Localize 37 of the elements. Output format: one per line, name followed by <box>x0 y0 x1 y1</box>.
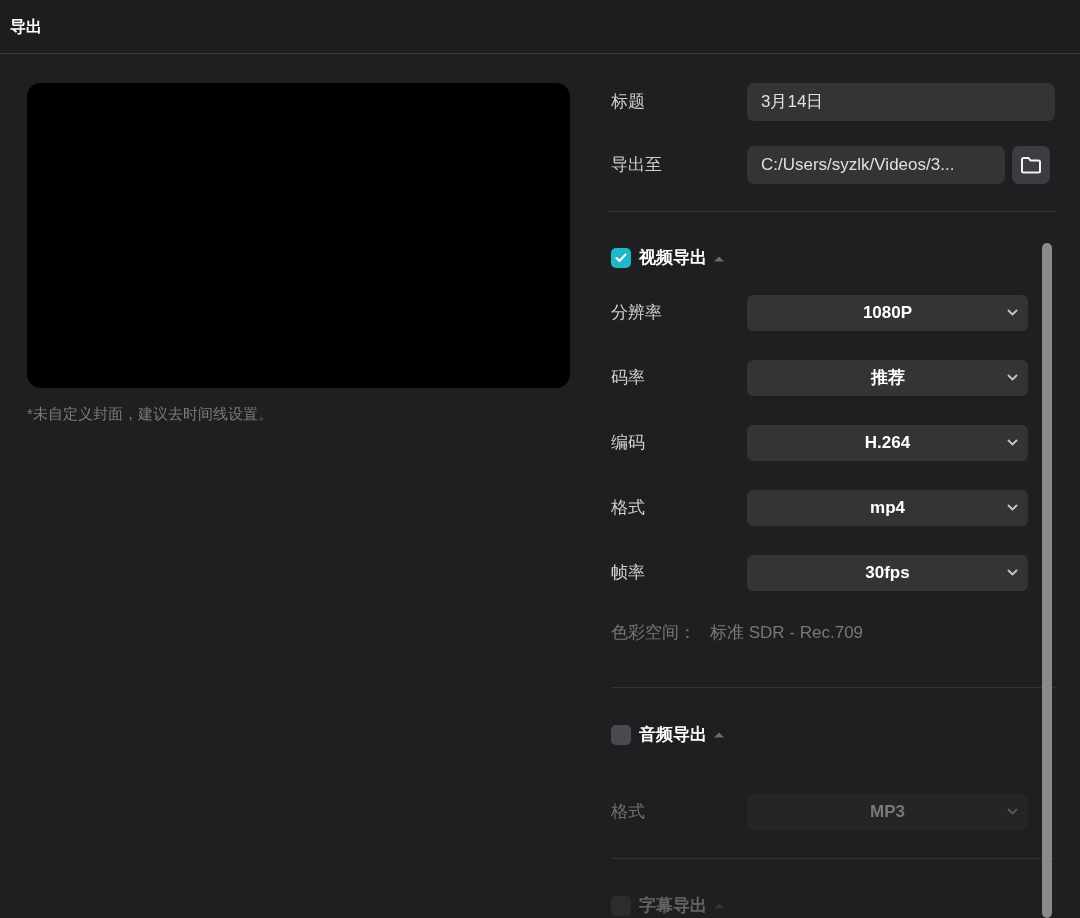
checkbox[interactable] <box>611 724 631 745</box>
chevron-down-icon <box>1007 504 1018 511</box>
dropdown[interactable]: 1080P <box>747 295 1028 331</box>
title-field[interactable]: 3月14日 <box>747 83 1055 121</box>
section-title: 视频导出 <box>639 247 707 270</box>
path-field[interactable]: C:/Users/syzlk/Videos/3... <box>747 146 1005 184</box>
folder-button[interactable] <box>1012 146 1050 184</box>
section-title: 音频导出 <box>639 723 707 746</box>
collapse-caret-icon[interactable] <box>713 731 725 738</box>
chevron-down-icon <box>1007 309 1018 316</box>
chevron-down-icon <box>1007 374 1018 381</box>
window-title: 导出 <box>10 16 42 37</box>
dropdown[interactable]: mp4 <box>747 490 1028 526</box>
folder-icon <box>1020 156 1042 174</box>
setting-label: 格式 <box>611 800 646 823</box>
field-label: 标题 <box>611 91 646 114</box>
color-space-label: 色彩空间： <box>611 622 696 644</box>
checkmark-icon <box>615 253 627 263</box>
dropdown[interactable]: H.264 <box>747 425 1028 461</box>
setting-label: 码率 <box>611 367 646 390</box>
section-title: 字幕导出 <box>639 894 707 917</box>
color-space-value: 标准 SDR - Rec.709 <box>710 622 864 644</box>
field-label: 导出至 <box>611 154 663 177</box>
dropdown[interactable]: 30fps <box>747 555 1028 591</box>
collapse-caret-icon[interactable] <box>713 254 725 262</box>
chevron-down-icon <box>1007 439 1018 446</box>
chevron-down-icon <box>1007 569 1018 576</box>
setting-label: 分辨率 <box>611 302 663 325</box>
cover-hint: *未自定义封面，建议去时间线设置。 <box>27 404 274 424</box>
dropdown[interactable]: 推荐 <box>747 360 1028 396</box>
setting-label: 格式 <box>611 497 646 520</box>
checkbox[interactable] <box>611 248 631 268</box>
dropdown: MP3 <box>747 793 1028 830</box>
setting-label: 编码 <box>611 432 646 455</box>
setting-label: 帧率 <box>611 562 646 585</box>
chevron-down-icon <box>1007 807 1018 815</box>
scrollbar[interactable] <box>1042 243 1052 918</box>
